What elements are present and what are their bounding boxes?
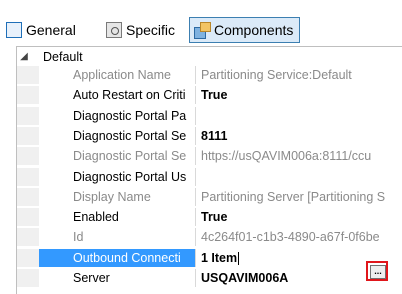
row-gutter — [17, 107, 39, 125]
property-name: Enabled — [73, 210, 119, 224]
property-value-text: 1 Item — [201, 251, 238, 265]
row-gutter — [17, 168, 39, 186]
property-grid: ◢ Default Application Name Partitioning S… — [16, 46, 402, 294]
property-value: https://usQAVIM006a:8111/ccu — [195, 147, 402, 165]
property-name: Application Name — [73, 68, 171, 82]
collapse-icon[interactable]: ◢ — [17, 51, 31, 62]
property-value-text: 8111 — [201, 129, 228, 143]
row-gutter — [17, 147, 39, 165]
property-value: Partitioning Service:Default — [195, 66, 402, 84]
tab-components[interactable]: Components — [189, 17, 301, 43]
property-name: Server — [73, 271, 110, 285]
property-row[interactable]: Diagnostic Portal Pa — [17, 107, 402, 125]
property-row[interactable]: Auto Restart on Criti True — [17, 86, 402, 104]
row-gutter — [17, 127, 39, 145]
property-name: Display Name — [73, 190, 151, 204]
property-row[interactable]: Diagnostic Portal Se 8111 — [17, 127, 402, 145]
property-row[interactable]: Outbound Connecti 1 Item — [17, 249, 402, 267]
ellipsis-button[interactable]: ... — [366, 261, 388, 281]
property-name: Diagnostic Portal Se — [73, 129, 187, 143]
property-row[interactable]: Enabled True — [17, 208, 402, 226]
property-value-text: USQAVIM006A — [201, 271, 289, 285]
category-default[interactable]: ◢ Default — [17, 47, 402, 66]
tab-bar: General Specific Components — [0, 0, 402, 46]
property-value-text: 4c264f01-c1b3-4890-a67f-0f6be — [201, 230, 380, 244]
row-gutter — [17, 249, 39, 267]
property-value[interactable]: 8111 — [195, 127, 402, 145]
property-name: Diagnostic Portal Se — [73, 149, 187, 163]
property-value-text: https://usQAVIM006a:8111/ccu — [201, 149, 372, 163]
row-gutter — [17, 66, 39, 84]
general-icon — [6, 22, 22, 38]
property-value-text: Partitioning Service:Default — [201, 68, 352, 82]
property-name: Diagnostic Portal Us — [73, 170, 187, 184]
property-value[interactable]: True — [195, 86, 402, 104]
tab-specific[interactable]: Specific — [106, 18, 175, 42]
row-gutter — [17, 228, 39, 246]
property-value: 4c264f01-c1b3-4890-a67f-0f6be — [195, 228, 402, 246]
tab-general-label: General — [26, 22, 76, 38]
property-row[interactable]: Id 4c264f01-c1b3-4890-a67f-0f6be — [17, 228, 402, 246]
text-caret — [238, 252, 240, 266]
property-row[interactable]: Diagnostic Portal Us — [17, 168, 402, 186]
property-value-text: True — [201, 88, 228, 102]
property-value: Partitioning Server [Partitioning S — [195, 188, 402, 206]
row-gutter — [17, 86, 39, 104]
row-gutter — [17, 188, 39, 206]
property-row[interactable]: Server USQAVIM006A — [17, 269, 402, 287]
property-name: Diagnostic Portal Pa — [73, 109, 187, 123]
category-label: Default — [43, 49, 83, 64]
property-name: Id — [73, 230, 84, 244]
property-value[interactable] — [195, 168, 402, 186]
property-row[interactable]: Diagnostic Portal Se https://usQAVIM006a:… — [17, 147, 402, 165]
property-value[interactable]: True — [195, 208, 402, 226]
property-name: Outbound Connecti — [39, 249, 195, 267]
property-value-text: Partitioning Server [Partitioning S — [201, 190, 386, 204]
row-gutter — [17, 269, 39, 287]
property-row[interactable]: Application Name Partitioning Service:Def… — [17, 66, 402, 84]
property-row[interactable]: Display Name Partitioning Server [Partiti… — [17, 188, 402, 206]
tab-general[interactable]: General — [6, 18, 76, 42]
property-value-text: True — [201, 210, 228, 224]
specific-icon — [106, 22, 122, 38]
property-name: Auto Restart on Criti — [73, 88, 186, 102]
tab-components-label: Components — [214, 22, 294, 38]
ellipsis-button-label: ... — [370, 265, 386, 279]
tab-specific-label: Specific — [126, 22, 176, 38]
property-value[interactable] — [195, 107, 402, 125]
row-gutter — [17, 208, 39, 226]
components-icon — [194, 22, 211, 39]
